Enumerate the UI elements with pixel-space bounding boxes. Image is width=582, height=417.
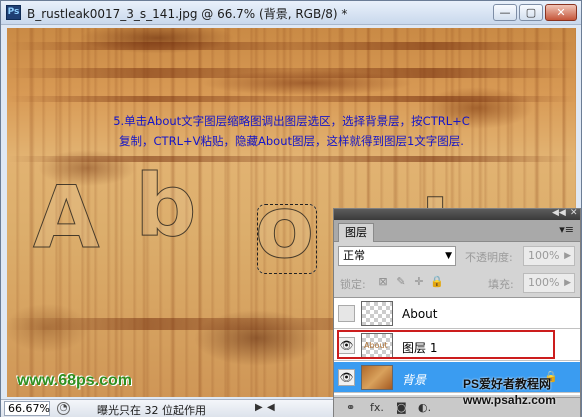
site-watermark-corner: PS爱好者教程网 www.psahz.com: [463, 376, 556, 408]
lock-fill-row: 锁定: ⊠ ✎ ✛ 🔒 填充: 100% ▶: [338, 273, 576, 293]
blend-mode-select[interactable]: 正常 ▼: [338, 246, 456, 266]
lock-position-icon[interactable]: ✛: [412, 275, 426, 289]
selection-letter-a: A: [33, 168, 102, 269]
adjustment-layer-icon[interactable]: ◐.: [418, 401, 431, 414]
layer-thumbnail[interactable]: [361, 365, 393, 390]
instruction-line-2: 复制，CTRL+V粘贴，隐藏About图层，这样就得到图层1文字图层.: [119, 134, 464, 148]
site-mark-line-1: PS爱好者教程网: [463, 377, 552, 391]
rust-streak: [7, 96, 576, 102]
document-info-icon[interactable]: ◔: [57, 402, 70, 415]
rust-streak: [7, 42, 576, 50]
highlight-annotation-box: [337, 330, 555, 359]
eye-icon[interactable]: 👁: [338, 369, 355, 386]
close-button[interactable]: ✕: [545, 4, 577, 21]
photoshop-document-window: Ps B_rustleak0017_3_s_141.jpg @ 66.7% (背…: [0, 0, 582, 417]
chevron-down-icon: ▶: [564, 278, 571, 288]
site-watermark: www.68ps.com: [17, 372, 132, 389]
fill-value: 100%: [528, 276, 560, 289]
panel-menu-icon[interactable]: ▾≡: [559, 223, 574, 236]
tab-layers[interactable]: 图层: [338, 223, 374, 242]
opacity-field[interactable]: 100% ▶: [523, 246, 575, 266]
opacity-label: 不透明度:: [465, 251, 513, 264]
panel-tab-bar: 图层 ▾≡: [334, 220, 580, 242]
window-title: B_rustleak0017_3_s_141.jpg @ 66.7% (背景, …: [27, 7, 348, 21]
layer-name: 背景: [402, 373, 427, 387]
lock-label: 锁定:: [340, 278, 366, 291]
layer-name: About: [402, 307, 438, 321]
minimize-button[interactable]: —: [493, 4, 517, 21]
lock-all-icon[interactable]: 🔒: [430, 275, 444, 289]
rust-streak: [7, 68, 576, 78]
zoom-level-field[interactable]: 66.67%: [4, 401, 50, 416]
title-bar[interactable]: Ps B_rustleak0017_3_s_141.jpg @ 66.7% (背…: [1, 1, 581, 25]
link-layers-icon[interactable]: ⚭: [346, 401, 355, 414]
status-info-text: 曝光只在 32 位起作用: [97, 404, 206, 417]
instruction-line-1: 5.单击About文字图层缩略图调出图层选区，选择背景层，按CTRL+C: [113, 114, 470, 128]
maximize-button[interactable]: ▢: [519, 4, 543, 21]
chevron-down-icon: ▼: [445, 251, 452, 261]
blend-opacity-row: 正常 ▼ 不透明度: 100% ▶: [338, 246, 576, 268]
opacity-value: 100%: [528, 249, 560, 262]
fill-label: 填充:: [488, 278, 514, 291]
selection-letter-o: o: [254, 178, 317, 279]
layer-row-about[interactable]: About: [334, 298, 580, 329]
layer-thumbnail[interactable]: [361, 301, 393, 326]
visibility-toggle-off[interactable]: [338, 305, 355, 322]
lock-transparency-icon[interactable]: ⊠: [376, 275, 390, 289]
status-menu-arrow-icon[interactable]: ▶: [255, 402, 263, 413]
blend-mode-value: 正常: [343, 249, 365, 262]
selection-letter-b: b: [135, 156, 199, 257]
layer-style-fx-icon[interactable]: fx.: [370, 401, 384, 414]
photoshop-app-icon: Ps: [6, 5, 21, 20]
rust-streak: [7, 156, 576, 162]
site-mark-line-2: www.psahz.com: [463, 393, 556, 407]
tutorial-instruction: 5.单击About文字图层缩略图调出图层选区，选择背景层，按CTRL+C 复制，…: [7, 111, 576, 151]
layer-mask-icon[interactable]: ◙: [396, 401, 407, 414]
collapse-panel-icon[interactable]: ◀◀: [552, 208, 566, 218]
close-panel-icon[interactable]: ✕: [570, 208, 578, 218]
fill-field[interactable]: 100% ▶: [523, 273, 575, 293]
panel-header-strip[interactable]: ◀◀ ✕: [334, 208, 580, 220]
scroll-left-arrow-icon[interactable]: ◀: [267, 402, 275, 413]
chevron-down-icon: ▶: [564, 251, 571, 261]
lock-pixels-icon[interactable]: ✎: [394, 275, 408, 289]
